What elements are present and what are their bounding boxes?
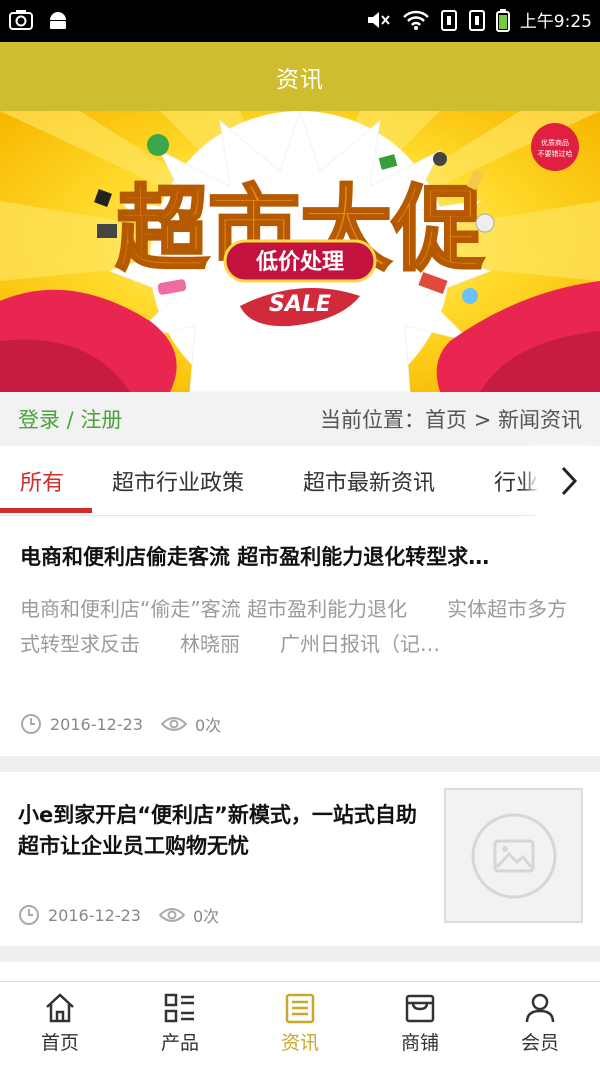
eye-icon — [158, 908, 185, 922]
article-views: 0次 — [192, 907, 220, 926]
mute-icon — [367, 11, 390, 28]
nav-member[interactable]: 会员 — [480, 982, 600, 1067]
home-icon — [46, 993, 74, 1023]
grid-list-icon — [164, 993, 194, 1023]
screenshot-icon — [9, 10, 33, 30]
nav-shops[interactable]: 商铺 — [360, 982, 480, 1067]
shop-icon — [405, 994, 435, 1023]
tab-industry-policy[interactable]: 超市行业政策 — [112, 446, 244, 515]
nav-home[interactable]: 首页 — [0, 982, 120, 1067]
page-title: 资讯 — [276, 66, 324, 93]
clock-icon — [19, 905, 39, 925]
image-placeholder-icon — [471, 813, 556, 898]
user-icon — [525, 993, 555, 1023]
nav-products-label: 产品 — [160, 1032, 199, 1054]
banner-badge-line1: 优质商品 — [541, 138, 569, 147]
status-time: 上午9:25 — [519, 12, 592, 32]
bottom-navigation: 首页 产品 资讯 商铺 会员 — [0, 981, 600, 1067]
breadcrumb: 当前位置：首页 > 新闻资讯 — [320, 408, 582, 432]
battery-icon — [495, 8, 510, 32]
nav-member-label: 会员 — [520, 1032, 559, 1054]
watermelon-decor — [147, 134, 169, 156]
article-meta: 2016-12-23 0次 — [20, 712, 221, 736]
eye-icon — [160, 717, 187, 731]
tab-all[interactable]: 所有 — [20, 446, 64, 515]
article-date: 2016-12-23 — [48, 905, 141, 925]
article-title[interactable]: 小e到家开启“便利店”新模式，一站式自助超市让企业员工购物无忧 — [18, 800, 418, 862]
signal-1-icon — [440, 9, 457, 31]
article-title[interactable]: 电商和便利店偷走客流 超市盈利能力退化转型求… — [20, 541, 580, 571]
nav-home-label: 首页 — [40, 1032, 79, 1054]
nav-products[interactable]: 产品 — [120, 982, 240, 1067]
article-thumbnail[interactable] — [444, 788, 583, 923]
active-tab-indicator — [0, 508, 92, 513]
clock-icon — [21, 714, 41, 734]
article-views: 0次 — [194, 716, 222, 735]
tab-industry[interactable]: 行业 — [494, 446, 538, 515]
news-icon — [285, 993, 315, 1024]
article-meta: 2016-12-23 0次 — [18, 903, 219, 927]
article-card[interactable]: 电商和便利店偷走客流 超市盈利能力退化转型求… 电商和便利店“偷走”客流 超市盈… — [0, 516, 600, 756]
category-tabs: 所有 超市行业政策 超市最新资讯 行业 — [0, 446, 600, 516]
tab-latest-news[interactable]: 超市最新资讯 — [303, 446, 435, 515]
chevron-right-icon — [561, 466, 578, 496]
app-root: 上午9:25 资讯 超市大促 低价处理 SALE 优质商品 不要错过哈 登录 /… — [0, 0, 600, 1067]
nav-shops-label: 商铺 — [400, 1032, 439, 1054]
banner-subtitle: 低价处理 — [255, 249, 344, 275]
banner-sale: SALE — [269, 292, 331, 317]
tabs-scroll-right-button[interactable] — [538, 446, 600, 516]
article-card[interactable]: 小e到家开启“便利店”新模式，一站式自助超市让企业员工购物无忧 2016-12-… — [0, 772, 600, 946]
article-date: 2016-12-23 — [50, 714, 143, 734]
banner-badge-line2: 不要错过哈 — [538, 149, 573, 158]
signal-2-icon — [468, 9, 485, 31]
nav-news-label: 资讯 — [280, 1032, 319, 1054]
promo-banner[interactable]: 超市大促 低价处理 SALE 优质商品 不要错过哈 — [0, 111, 600, 392]
login-register-link[interactable]: 登录 / 注册 — [18, 404, 122, 434]
status-bar: 上午9:25 — [0, 0, 600, 42]
nav-news[interactable]: 资讯 — [240, 982, 360, 1067]
app-header: 资讯 — [0, 42, 600, 111]
android-icon — [50, 12, 66, 29]
article-card-partial[interactable] — [0, 962, 600, 982]
wifi-icon — [402, 10, 429, 30]
location-bar: 登录 / 注册 当前位置：首页 > 新闻资讯 — [0, 392, 600, 446]
article-summary: 电商和便利店“偷走”客流 超市盈利能力退化 实体超市多方式转型求反击 林晓丽 广… — [20, 597, 568, 656]
